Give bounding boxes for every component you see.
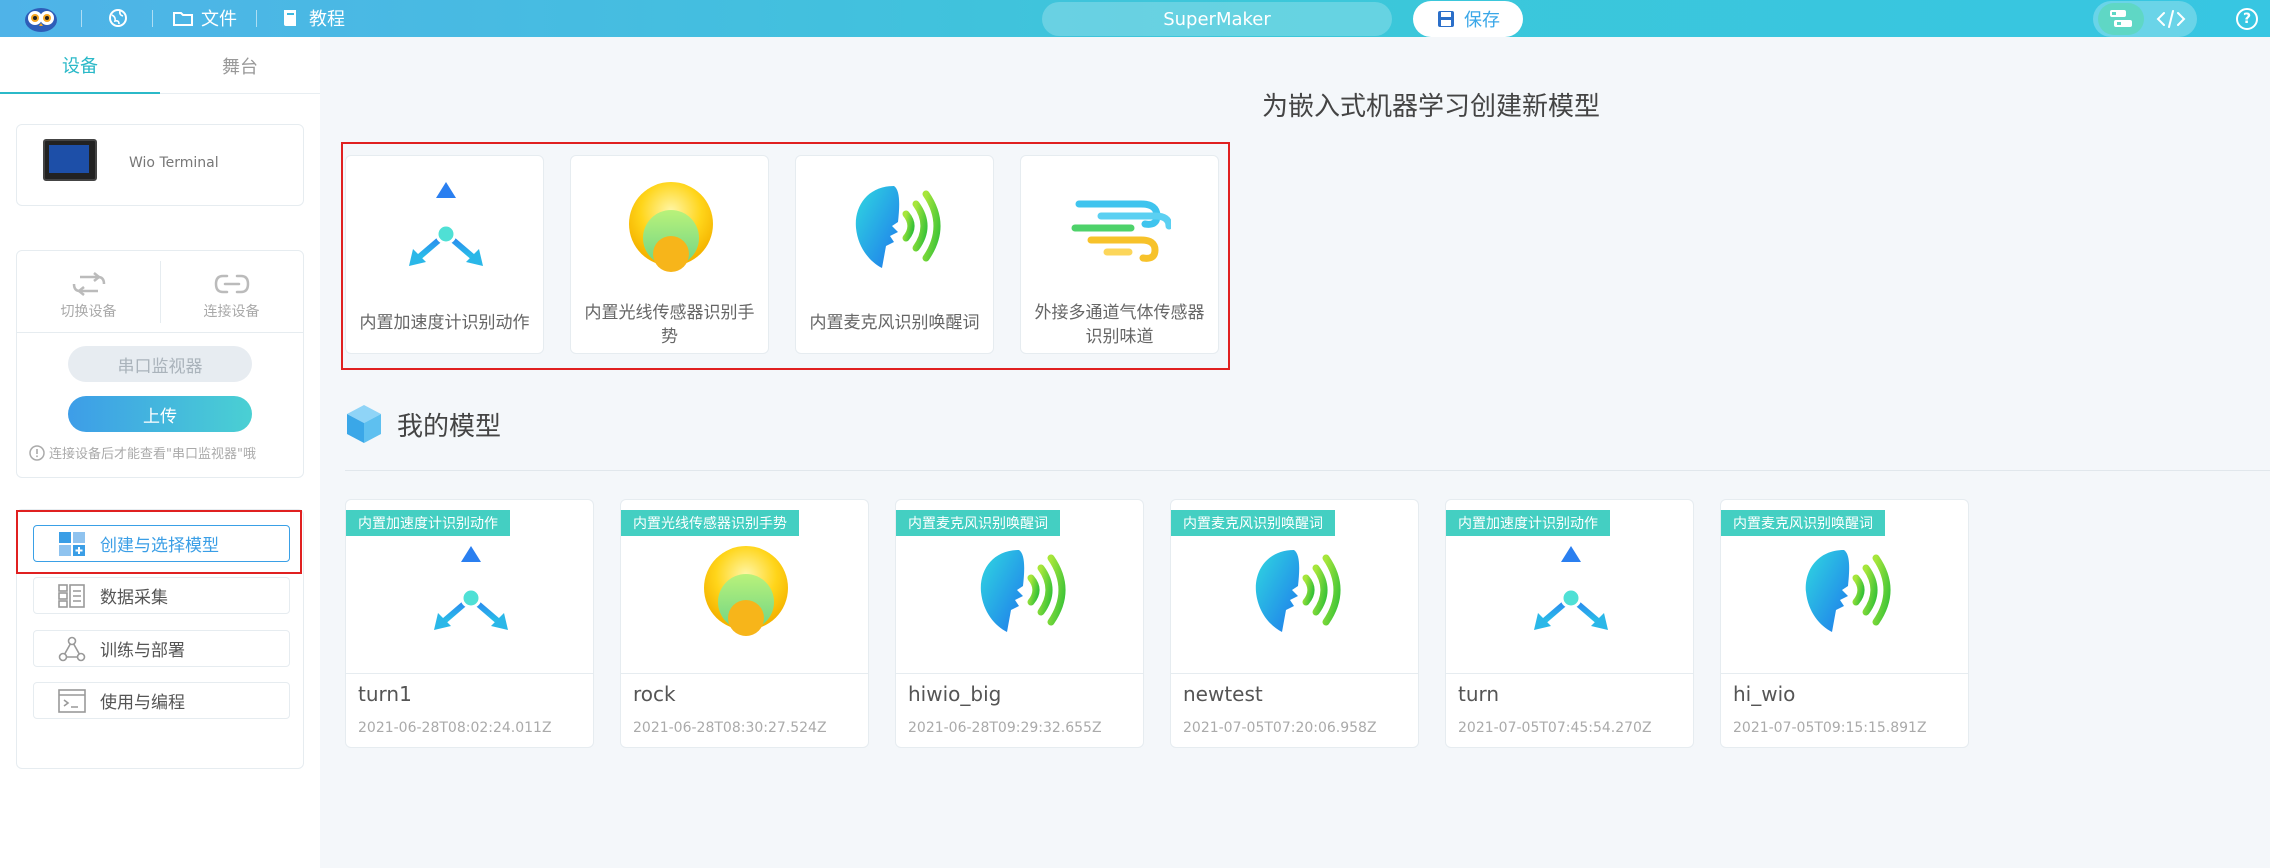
file-menu-label: 文件 [201, 9, 237, 30]
divider [345, 470, 2270, 471]
model-timestamp: 2021-06-28T08:02:24.011Z [358, 720, 552, 736]
tab-device[interactable]: 设备 [0, 37, 160, 94]
template-label: 内置光线传感器识别手势 [584, 303, 755, 347]
template-card-accelerometer[interactable]: 内置加速度计识别动作 [345, 155, 544, 354]
model-card[interactable]: 内置光线传感器识别手势 rock 2021-06-28T08:30:27.524… [620, 499, 869, 748]
template-card-microphone[interactable]: 内置麦克风识别唤醒词 [795, 155, 994, 354]
model-name: hi_wio [1733, 682, 1796, 706]
switch-device-button[interactable]: 切换设备 [17, 265, 160, 327]
upload-button[interactable]: 上传 [68, 396, 252, 432]
info-icon [29, 444, 45, 461]
accelerometer-icon [1521, 540, 1621, 640]
microphone-voice-icon [1796, 540, 1896, 640]
tab-stage[interactable]: 舞台 [160, 37, 320, 94]
device-control-panel: 切换设备 连接设备 串口监视器 上传 连接设备后才能查看"串口监视器"哦 [16, 250, 304, 478]
step-data-collection[interactable]: 数据采集 [33, 577, 290, 614]
tutorial-menu[interactable]: 教程 [280, 6, 345, 30]
blocks-icon [2110, 10, 2132, 27]
sidebar: 设备 舞台 Wio Terminal 切换设备 连接设备 串口监视器 上传 连接… [0, 37, 320, 868]
model-type-badge: 内置麦克风识别唤醒词 [1171, 510, 1335, 536]
model-card[interactable]: 内置麦克风识别唤醒词 newtest 2021-07-05T07:20:06.9… [1170, 499, 1419, 748]
model-timestamp: 2021-06-28T09:29:32.655Z [908, 720, 1102, 736]
template-card-light-sensor[interactable]: 内置光线传感器识别手势 [570, 155, 769, 354]
microphone-voice-icon [846, 176, 946, 276]
code-mode-button[interactable] [2150, 3, 2192, 35]
step-train-deploy[interactable]: 训练与部署 [33, 630, 290, 667]
template-label: 内置加速度计识别动作 [359, 313, 530, 333]
step-label: 数据采集 [100, 588, 168, 608]
model-name: newtest [1183, 682, 1263, 706]
folder-icon [173, 12, 193, 26]
model-timestamp: 2021-07-05T07:20:06.958Z [1183, 720, 1377, 736]
serial-monitor-button[interactable]: 串口监视器 [68, 346, 252, 382]
microphone-voice-icon [971, 540, 1071, 640]
model-name: turn1 [358, 682, 412, 706]
light-sensor-icon [621, 176, 721, 276]
owl-logo-icon[interactable] [24, 3, 58, 33]
highlight-box [16, 510, 302, 574]
help-icon[interactable]: ? [2236, 8, 2258, 30]
save-button-label: 保存 [1464, 10, 1500, 31]
model-card[interactable]: 内置麦克风识别唤醒词 hiwio_big 2021-06-28T09:29:32… [895, 499, 1144, 748]
project-name-field[interactable]: SuperMaker [1042, 2, 1392, 36]
step-label: 训练与部署 [100, 641, 185, 661]
step-use-program[interactable]: 使用与编程 [33, 682, 290, 719]
switch-icon [72, 272, 105, 296]
light-sensor-icon [696, 540, 796, 640]
file-menu[interactable]: 文件 [172, 6, 237, 30]
model-name: hiwio_big [908, 682, 1002, 706]
accelerometer-icon [421, 540, 521, 640]
globe-icon [109, 9, 127, 27]
device-name: Wio Terminal [129, 155, 219, 171]
sidebar-tabs: 设备 舞台 [0, 37, 320, 94]
language-button[interactable] [107, 6, 129, 30]
tutorial-menu-label: 教程 [309, 9, 345, 30]
model-type-badge: 内置加速度计识别动作 [1446, 510, 1610, 536]
template-card-gas-sensor[interactable]: 外接多通道气体传感器识别味道 [1020, 155, 1219, 354]
model-type-badge: 内置加速度计识别动作 [346, 510, 510, 536]
save-button[interactable]: 保存 [1413, 1, 1523, 37]
top-bar: 文件 教程 SuperMaker 保存 ? [0, 0, 2270, 37]
model-timestamp: 2021-07-05T09:15:15.891Z [1733, 720, 1927, 736]
my-models-title: 我的模型 [397, 411, 502, 442]
save-icon [1438, 11, 1454, 27]
model-name: turn [1458, 682, 1500, 706]
wio-terminal-image [43, 139, 97, 181]
device-card[interactable]: Wio Terminal [16, 124, 304, 206]
data-list-icon [58, 583, 85, 608]
divider [152, 10, 153, 27]
model-timestamp: 2021-07-05T07:45:54.270Z [1458, 720, 1652, 736]
model-type-badge: 内置麦克风识别唤醒词 [1721, 510, 1885, 536]
model-card[interactable]: 内置加速度计识别动作 turn 2021-07-05T07:45:54.270Z [1445, 499, 1694, 748]
code-window-icon [58, 688, 86, 713]
code-brackets-icon [2156, 10, 2186, 28]
template-label: 内置麦克风识别唤醒词 [809, 313, 980, 333]
connection-hint-text: 连接设备后才能查看"串口监视器"哦 [49, 447, 256, 462]
model-name: rock [633, 682, 676, 706]
divider [256, 10, 257, 27]
network-nodes-icon [58, 636, 86, 661]
model-type-badge: 内置麦克风识别唤醒词 [896, 510, 1060, 536]
divider [17, 332, 303, 333]
model-type-badge: 内置光线传感器识别手势 [621, 510, 799, 536]
connect-device-label: 连接设备 [203, 304, 260, 320]
connect-device-button[interactable]: 连接设备 [160, 265, 303, 327]
cube-icon [347, 405, 381, 443]
model-card[interactable]: 内置麦克风识别唤醒词 hi_wio 2021-07-05T09:15:15.89… [1720, 499, 1969, 748]
model-card[interactable]: 内置加速度计识别动作 turn1 2021-06-28T08:02:24.011… [345, 499, 594, 748]
link-icon [214, 274, 249, 294]
gas-wind-icon [1071, 176, 1171, 276]
divider [81, 10, 82, 27]
switch-device-label: 切换设备 [60, 304, 117, 320]
my-models-header: 我的模型 [345, 403, 501, 445]
connection-hint: 连接设备后才能查看"串口监视器"哦 [29, 443, 297, 462]
template-label: 外接多通道气体传感器识别味道 [1034, 303, 1205, 347]
block-mode-button[interactable] [2098, 3, 2144, 35]
step-label: 使用与编程 [100, 693, 185, 713]
accelerometer-icon [396, 176, 496, 276]
model-timestamp: 2021-06-28T08:30:27.524Z [633, 720, 827, 736]
microphone-voice-icon [1246, 540, 1346, 640]
book-icon [284, 10, 296, 26]
page-title: 为嵌入式机器学习创建新模型 [1262, 92, 1601, 122]
